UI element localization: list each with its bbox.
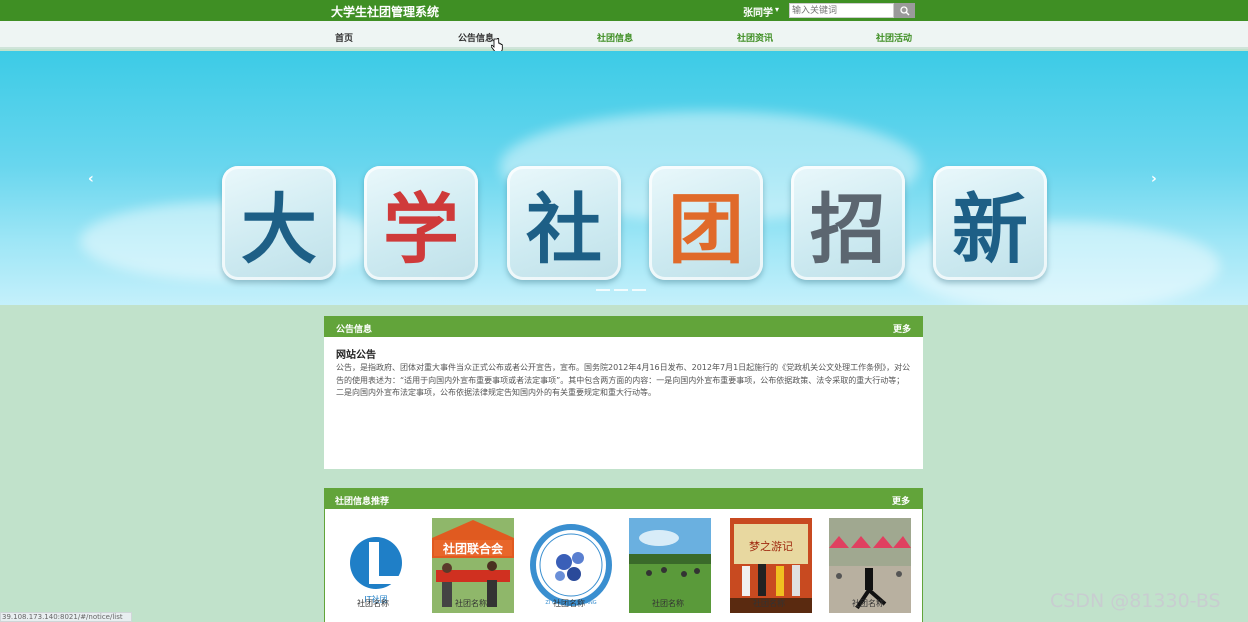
banner-char: 招: [810, 185, 886, 274]
carousel-dot[interactable]: [596, 289, 610, 291]
club-panel-title: 社团信息推荐: [335, 497, 390, 507]
banner-tile: 社: [507, 166, 621, 280]
banner-tile: 招: [791, 166, 905, 280]
nav-club-news[interactable]: 社团资讯: [737, 31, 773, 44]
banner-tile: 学: [364, 166, 478, 280]
club-card-label: 社团名称: [357, 599, 389, 608]
nav-notice[interactable]: 公告信息: [458, 31, 494, 44]
banner-char: 新: [952, 185, 1028, 274]
carousel-prev-icon[interactable]: ‹: [88, 171, 94, 187]
banner-carousel[interactable]: ‹ › 大 学 社 团 招 新: [0, 51, 1248, 305]
nav-home[interactable]: 首页: [335, 31, 353, 44]
banner-char: 大: [241, 185, 317, 274]
card-img-text: 梦之游记: [749, 539, 793, 553]
notice-panel-header: 公告信息 更多: [324, 316, 923, 337]
notice-item-title[interactable]: 网站公告: [336, 346, 376, 361]
club-panel-header: 社团信息推荐 更多: [325, 488, 922, 509]
banner-tile: 新: [933, 166, 1047, 280]
carousel-dot[interactable]: [632, 289, 646, 291]
nav-club-activity[interactable]: 社团活动: [876, 31, 912, 44]
banner-char: 团: [668, 185, 744, 274]
club-card-label: 社团名称: [852, 599, 884, 608]
browser-status-url: 39.108.173.140:8021/#/notice/list: [0, 612, 132, 622]
club-card-label: 社团名称: [652, 599, 684, 608]
search-button[interactable]: [894, 3, 915, 18]
nav-club-info[interactable]: 社团信息: [597, 31, 633, 44]
search-input[interactable]: [789, 3, 894, 18]
user-name-link[interactable]: 张同学: [743, 4, 773, 19]
carousel-next-icon[interactable]: ›: [1151, 171, 1157, 187]
banner-tile: 大: [222, 166, 336, 280]
notice-panel: 公告信息 更多 网站公告 公告，是指政府、团体对重大事件当众正式公布或者公开宣告…: [324, 316, 923, 469]
search-icon: [899, 5, 909, 15]
carousel-dot[interactable]: [614, 289, 628, 291]
watermark-text: CSDN @81330-BS: [1050, 590, 1221, 612]
club-card-label: 社团名称: [753, 599, 785, 608]
top-bar: 大学生社团管理系统 张同学 ▾: [0, 0, 1248, 21]
banner-char: 学: [383, 185, 459, 274]
club-card-label: 社团名称: [553, 599, 585, 608]
site-title: 大学生社团管理系统: [331, 5, 440, 19]
notice-panel-title: 公告信息: [336, 325, 373, 335]
notice-more-link[interactable]: 更多: [893, 322, 911, 335]
banner-char: 社: [526, 185, 602, 274]
club-card-label: 社团名称: [455, 599, 487, 608]
main-nav: 首页 公告信息 社团信息 社团资讯 社团活动: [0, 21, 1248, 49]
notice-item-body: 公告，是指政府、团体对重大事件当众正式公布或者公开宣告，宣布。国务院2012年4…: [336, 363, 911, 397]
banner-tile: 团: [649, 166, 763, 280]
club-more-link[interactable]: 更多: [892, 494, 910, 507]
club-recommend-panel: 社团信息推荐 更多 IT社团 社团联合会 ZI CHUAN PAN YANG 梦…: [324, 488, 923, 622]
carousel-indicators[interactable]: [596, 289, 646, 291]
card-img-text: 社团联合会: [442, 541, 504, 556]
caret-down-icon[interactable]: ▾: [775, 5, 779, 14]
